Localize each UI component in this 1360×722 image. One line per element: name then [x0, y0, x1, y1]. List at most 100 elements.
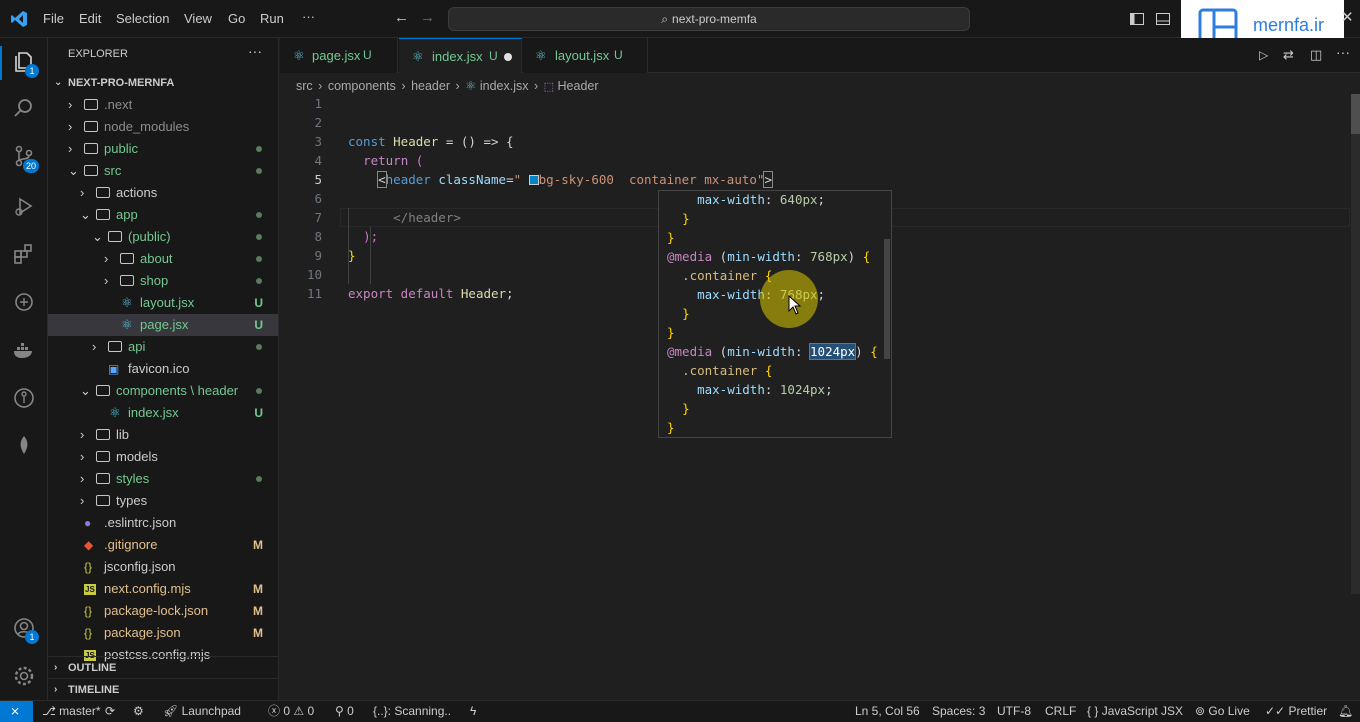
scrollbar-thumb[interactable]: [1351, 94, 1360, 134]
tree-item[interactable]: ⌄ app: [48, 204, 278, 226]
tab-index-jsx[interactable]: ⚛ index.jsx U: [399, 38, 522, 73]
indentation[interactable]: Spaces: 3: [932, 701, 985, 722]
tree-item[interactable]: ⌄ components \ header: [48, 380, 278, 402]
scanning-status[interactable]: {..}: Scanning..: [373, 701, 451, 722]
project-root[interactable]: ⌄ NEXT-PRO-MERNFA: [48, 72, 278, 94]
go-live-status[interactable]: ⊚ Go Live: [1195, 701, 1250, 722]
menu-more[interactable]: ···: [302, 9, 315, 24]
menu-edit[interactable]: Edit: [79, 11, 101, 26]
outline-section[interactable]: › OUTLINE: [48, 656, 278, 678]
launchpad-status[interactable]: 🚀︎ Launchpad: [163, 701, 241, 722]
breadcrumb-header[interactable]: header: [411, 79, 450, 93]
chevron-right-icon[interactable]: ›: [80, 182, 84, 204]
menu-view[interactable]: View: [184, 11, 212, 26]
tree-item[interactable]: › shop: [48, 270, 278, 292]
language-mode[interactable]: { } JavaScript JSX: [1087, 701, 1183, 722]
breadcrumb-symbol[interactable]: Header: [558, 79, 599, 93]
chevron-right-icon[interactable]: ›: [104, 270, 108, 292]
breadcrumb-components[interactable]: components: [328, 79, 396, 93]
tree-item[interactable]: ⌄ (public): [48, 226, 278, 248]
chevron-down-icon[interactable]: ⌄: [80, 204, 91, 226]
more-actions-icon[interactable]: ···: [1336, 44, 1350, 60]
remote-indicator[interactable]: ⨯: [0, 701, 33, 722]
editor-scrollbar[interactable]: [1351, 94, 1360, 594]
tree-item[interactable]: › styles: [48, 468, 278, 490]
breadcrumb-src[interactable]: src: [296, 79, 313, 93]
tree-item[interactable]: › public: [48, 138, 278, 160]
menu-selection[interactable]: Selection: [116, 11, 169, 26]
hover-scrollbar[interactable]: [884, 239, 890, 359]
color-swatch-icon[interactable]: [528, 175, 539, 185]
tree-item[interactable]: › types: [48, 490, 278, 512]
remote-explorer-icon[interactable]: [12, 290, 36, 314]
back-arrow-icon[interactable]: ←: [394, 9, 409, 26]
tree-item[interactable]: {} jsconfig.json: [48, 556, 278, 578]
mongodb-leaf-icon[interactable]: [12, 434, 36, 458]
chevron-right-icon[interactable]: ›: [80, 424, 84, 446]
unsaved-dot-icon[interactable]: [504, 53, 512, 61]
chevron-down-icon[interactable]: ⌄: [80, 380, 91, 402]
tree-item[interactable]: ● .eslintrc.json: [48, 512, 278, 534]
timeline-section[interactable]: › TIMELINE: [48, 678, 278, 700]
tree-item[interactable]: › node_modules: [48, 116, 278, 138]
docker-icon[interactable]: [12, 338, 36, 362]
notifications-bell-icon[interactable]: 🔔︎: [1338, 701, 1353, 722]
chevron-right-icon[interactable]: ›: [68, 138, 72, 160]
toggle-panel-icon[interactable]: [1155, 11, 1171, 27]
tab-page-jsx[interactable]: ⚛ page.jsx U: [280, 38, 398, 73]
line-ending[interactable]: CRLF: [1045, 701, 1076, 722]
search-icon[interactable]: [12, 96, 36, 120]
toggle-sidebar-icon[interactable]: [1129, 11, 1145, 27]
command-center-search[interactable]: ⌕ next-pro-memfa: [448, 7, 970, 31]
tree-item[interactable]: ⚛ page.jsx U: [48, 314, 278, 336]
gitlens-status-icon[interactable]: ⚙: [133, 701, 144, 722]
menu-file[interactable]: File: [43, 11, 64, 26]
encoding[interactable]: UTF-8: [997, 701, 1031, 722]
tree-item[interactable]: ⚛ layout.jsx U: [48, 292, 278, 314]
run-debug-icon[interactable]: [12, 194, 36, 218]
chevron-right-icon[interactable]: ›: [92, 336, 96, 358]
lightning-icon[interactable]: ϟ: [470, 701, 476, 722]
tree-item[interactable]: › api: [48, 336, 278, 358]
chevron-right-icon[interactable]: ›: [68, 94, 72, 116]
chevron-right-icon[interactable]: ›: [68, 116, 72, 138]
problems-status[interactable]: ⓧ 0 ⚠ 0: [268, 701, 314, 722]
run-file-icon[interactable]: ▷: [1259, 48, 1268, 62]
chevron-right-icon[interactable]: ›: [80, 468, 84, 490]
gitlens-icon[interactable]: [12, 386, 36, 410]
chevron-right-icon[interactable]: ›: [80, 490, 84, 512]
chevron-right-icon[interactable]: ›: [104, 248, 108, 270]
cursor-position[interactable]: Ln 5, Col 56: [855, 701, 920, 722]
branch-status[interactable]: ⎇ master*: [42, 701, 101, 722]
breadcrumb-file[interactable]: index.jsx: [480, 79, 529, 93]
tree-item[interactable]: › about: [48, 248, 278, 270]
tree-item[interactable]: {} package-lock.json M: [48, 600, 278, 622]
sync-icon[interactable]: ⟳: [105, 701, 115, 722]
tab-layout-jsx[interactable]: ⚛ layout.jsx U: [523, 38, 648, 73]
tree-item[interactable]: › .next: [48, 94, 278, 116]
tree-item[interactable]: › models: [48, 446, 278, 468]
extensions-icon[interactable]: [12, 242, 36, 266]
split-editor-icon[interactable]: ◫: [1310, 47, 1322, 63]
forward-arrow-icon[interactable]: →: [420, 9, 435, 26]
tree-item[interactable]: ▣ favicon.ico: [48, 358, 278, 380]
settings-gear-icon[interactable]: [12, 664, 36, 688]
chevron-right-icon[interactable]: ›: [80, 446, 84, 468]
explorer-more-icon[interactable]: ···: [248, 43, 262, 59]
tree-item[interactable]: › actions: [48, 182, 278, 204]
menu-go[interactable]: Go: [228, 11, 245, 26]
tree-item[interactable]: ◆ .gitignore M: [48, 534, 278, 556]
chevron-down-icon[interactable]: ⌄: [68, 160, 79, 182]
tree-item[interactable]: {} package.json M: [48, 622, 278, 644]
chevron-down-icon[interactable]: ⌄: [92, 226, 103, 248]
tree-item[interactable]: JS next.config.mjs M: [48, 578, 278, 600]
ports-status[interactable]: ⚲ 0: [335, 701, 354, 722]
close-window-icon[interactable]: ✕: [1341, 8, 1354, 26]
menu-run[interactable]: Run: [260, 11, 284, 26]
compare-icon[interactable]: ⇄: [1283, 47, 1294, 63]
tree-item[interactable]: › lib: [48, 424, 278, 446]
explorer-sidebar: EXPLORER ··· ⌄ NEXT-PRO-MERNFA › .next › no…: [48, 38, 279, 700]
prettier-status[interactable]: ✓✓ Prettier: [1265, 701, 1327, 722]
tree-item[interactable]: ⌄ src: [48, 160, 278, 182]
tree-item[interactable]: ⚛ index.jsx U: [48, 402, 278, 424]
